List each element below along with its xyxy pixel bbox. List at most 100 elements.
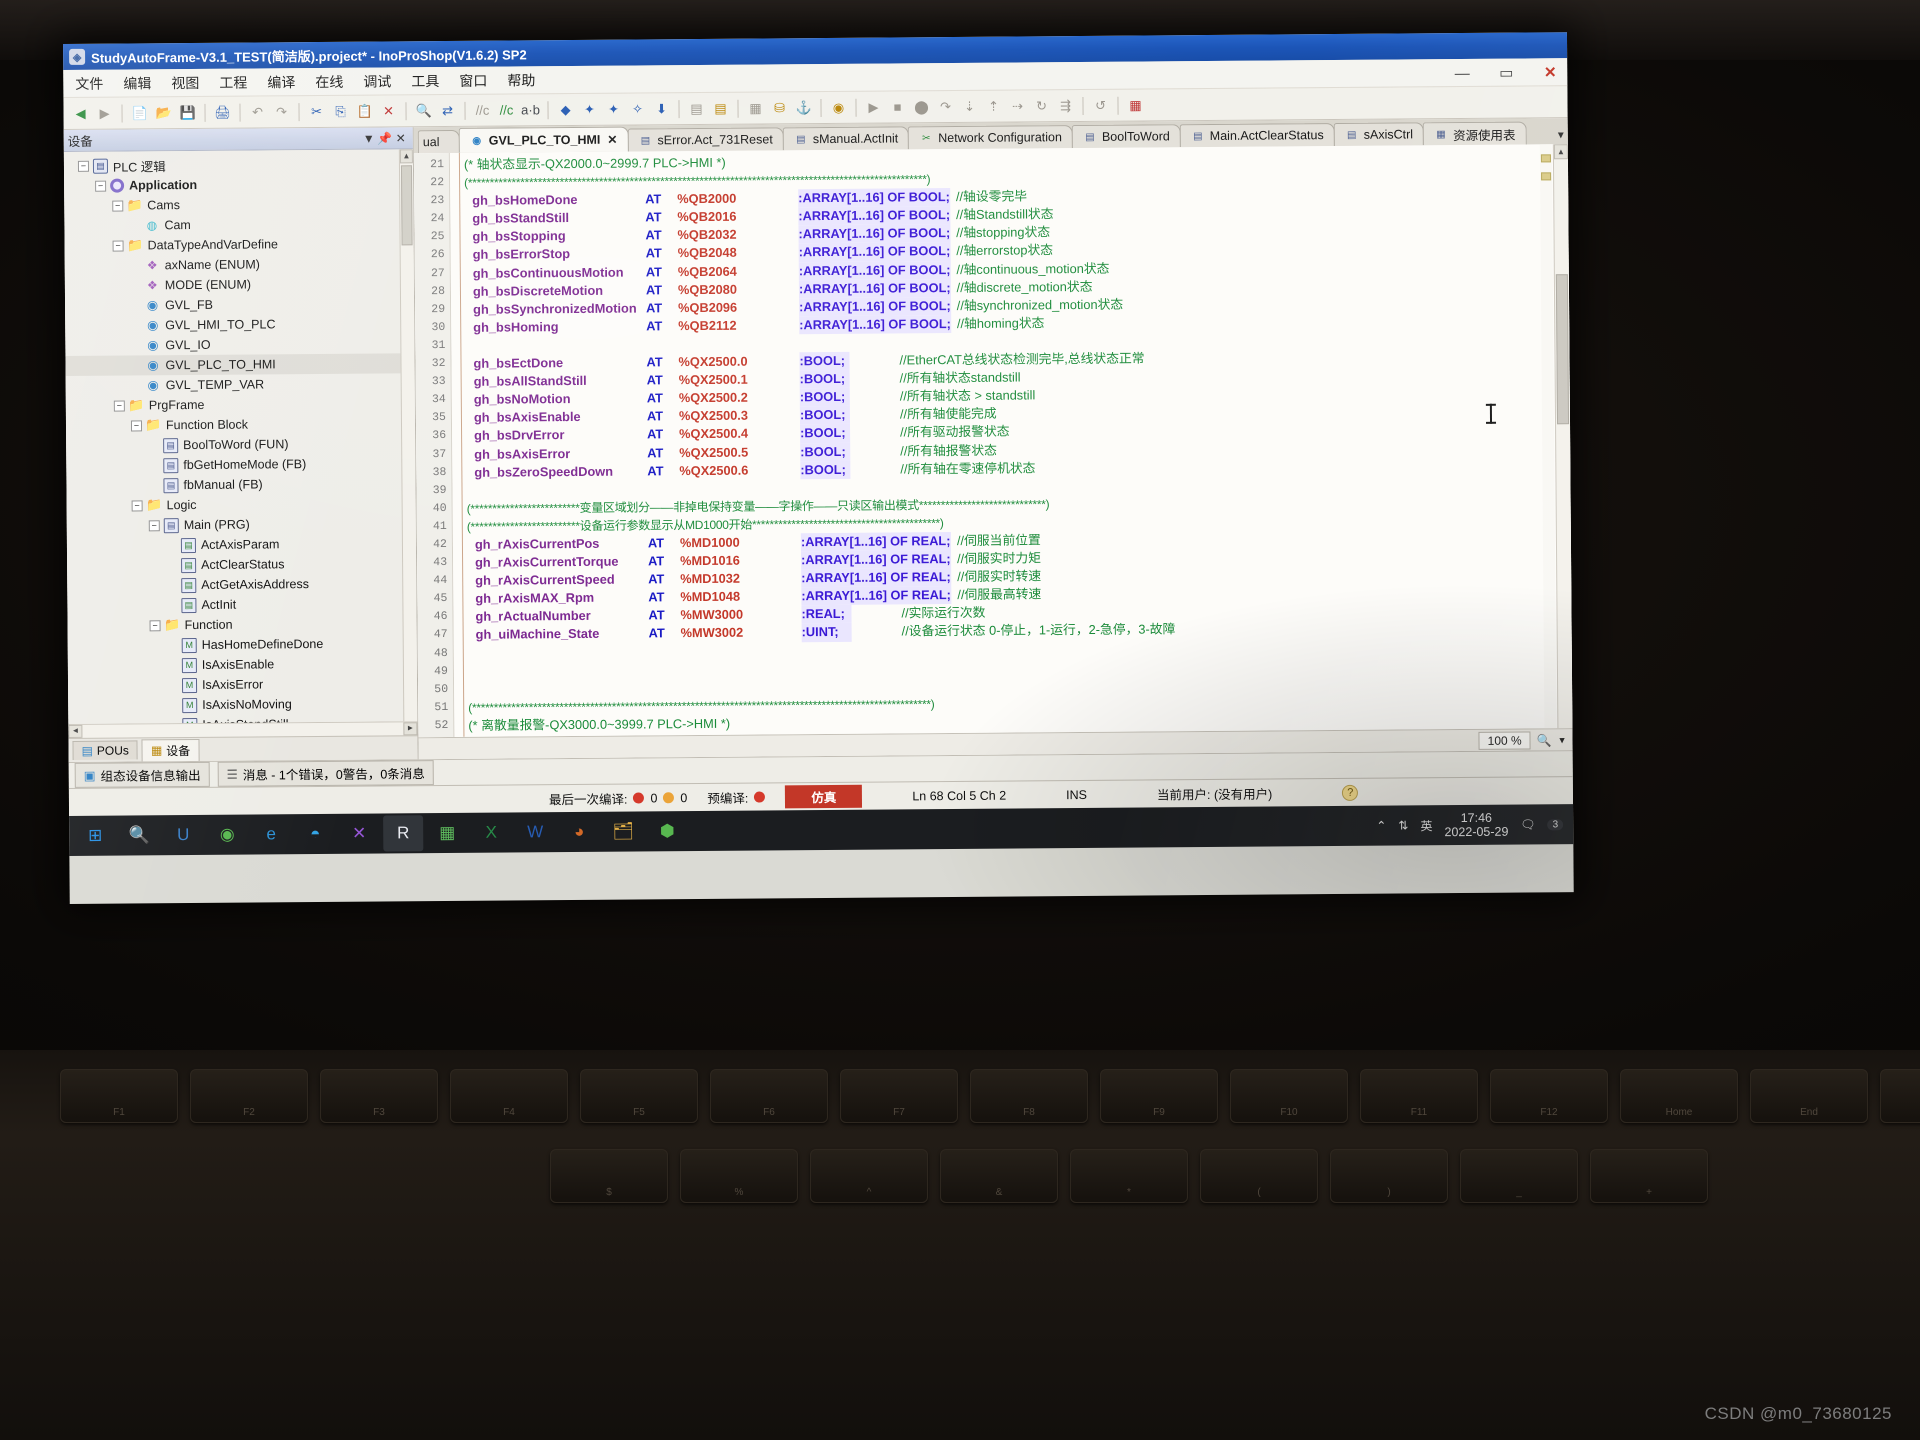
config-output-button[interactable]: ▣ 组态设备信息输出 (74, 761, 210, 788)
tab-devices[interactable]: ▦ 设备 (141, 738, 200, 761)
tree-expander-icon[interactable]: − (112, 240, 124, 252)
scroll-right-icon[interactable]: ► (403, 722, 418, 736)
tab-overflow-chevron-icon[interactable]: ▼ (1556, 130, 1566, 141)
open-folder-icon[interactable]: 📂 (152, 102, 174, 124)
app-icon-edge[interactable]: ◓ (295, 816, 335, 852)
run-icon[interactable]: ▶ (862, 96, 884, 118)
code-text[interactable]: (* 轴状态显示-QX2000.0~2999.7 PLC->HMI *) (***… (460, 144, 1573, 737)
zoom-level[interactable]: 100 % (1478, 730, 1531, 750)
tree-item-actgetaxisaddress[interactable]: ▤ ActGetAxisAddress (67, 573, 416, 596)
forward-icon[interactable]: ▶ (93, 102, 115, 124)
overview-mark[interactable] (1540, 154, 1551, 163)
tree-item-hashomedefinedone[interactable]: M HasHomeDefineDone (68, 633, 417, 656)
download-icon[interactable]: ⬇ (650, 98, 672, 120)
tree-expander-icon[interactable]: − (149, 619, 161, 631)
tree-item-function-block[interactable]: − 📁 Function Block (66, 413, 415, 436)
cycle-icon[interactable]: ↻ (1030, 95, 1052, 117)
chevron-down-icon[interactable]: ▼ (361, 131, 377, 145)
save-icon[interactable]: 💾 (176, 101, 198, 123)
rename-icon[interactable]: a·b (519, 99, 541, 121)
tree-expander-icon[interactable]: − (77, 160, 90, 172)
tree-expander-icon[interactable]: − (131, 499, 143, 511)
undo-icon[interactable]: ↶ (246, 101, 268, 123)
tab-close-icon[interactable]: ✕ (607, 133, 617, 147)
tree-item-actinit[interactable]: ▤ ActInit (67, 593, 416, 616)
tree-item-fbmanual-fb[interactable]: ▤ fbManual (FB) (66, 473, 415, 496)
app-icon-u[interactable]: U (163, 817, 203, 853)
comment-icon[interactable]: //c (471, 99, 493, 121)
login-icon[interactable]: ◆ (554, 98, 576, 120)
menu-item-window[interactable]: 窗口 (459, 70, 487, 90)
tree-item-application[interactable]: − Application (64, 173, 413, 196)
trace-icon[interactable]: ⛁ (768, 97, 790, 119)
uncomment-icon[interactable]: //c (495, 99, 517, 121)
build-icon[interactable]: ✦ (602, 98, 624, 120)
step-out-icon[interactable]: ⇡ (982, 95, 1004, 117)
watch-icon[interactable]: ▦ (744, 97, 766, 119)
next-icon[interactable]: ⇢ (1006, 95, 1028, 117)
tree-item-logic[interactable]: − 📁 Logic (67, 493, 416, 516)
tree-item-mode-enum[interactable]: ❖ MODE (ENUM) (65, 273, 414, 296)
pin-icon[interactable]: 📌 (377, 131, 393, 145)
app-icon-media[interactable]: ◕ (559, 814, 599, 850)
redo-icon[interactable]: ↷ (270, 101, 292, 123)
tree-item-gvl-hmi-to-plc[interactable]: ◉ GVL_HMI_TO_PLC (65, 313, 414, 336)
tree-item-booltoword-fun[interactable]: ▤ BoolToWord (FUN) (66, 433, 415, 456)
print-icon[interactable]: 🖨 (211, 101, 233, 123)
clock[interactable]: 17:46 2022-05-29 (1444, 811, 1508, 839)
find-icon[interactable]: 🔍 (412, 100, 434, 122)
breakpoint-icon[interactable]: ⬤ (910, 96, 932, 118)
scroll-up-icon[interactable]: ▲ (399, 149, 413, 164)
code-editor[interactable]: 21 22 23 24 25 26 27 28 29 30 31 32 33 34 35 36 37 38 39 40… (413, 144, 1573, 738)
tree-item-prgframe[interactable]: − 📁 PrgFrame (66, 393, 415, 416)
tree-item-fbgethomemode-fb[interactable]: ▤ fbGetHomeMode (FB) (66, 453, 415, 476)
editor-tab-资源使用表[interactable]: ▦ 资源使用表 (1422, 121, 1527, 146)
close-button[interactable]: ✕ (1537, 63, 1563, 81)
tree-item-gvl-io[interactable]: ◉ GVL_IO (65, 333, 414, 356)
editor-tab-gvl-plc-to-hmi[interactable]: ◉ GVL_PLC_TO_HMI ✕ (458, 126, 629, 153)
reset-icon[interactable]: ↺ (1089, 94, 1111, 116)
app-icon-calc[interactable]: ▦ (427, 815, 467, 851)
tree-item-cam[interactable]: ◍ Cam (64, 213, 413, 236)
tree-item-gvl-fb[interactable]: ◉ GVL_FB (65, 293, 414, 316)
app-icon-excel[interactable]: X (471, 815, 511, 851)
app-icon-explorer[interactable]: 🗂 (603, 813, 643, 849)
menu-item-build[interactable]: 编译 (267, 72, 295, 92)
cut-icon[interactable]: ✂ (305, 100, 327, 122)
tree-item-isaxisenable[interactable]: M IsAxisEnable (68, 653, 417, 676)
tree-item-gvl-temp-var[interactable]: ◉ GVL_TEMP_VAR (66, 373, 415, 396)
step-into-icon[interactable]: ⇣ (958, 95, 980, 117)
delete-icon[interactable]: ✕ (377, 100, 399, 122)
tree-expander-icon[interactable]: − (113, 400, 125, 412)
tree-expander-icon[interactable]: − (95, 180, 107, 192)
tree-item-datatypeandvardefine[interactable]: − 📁 DataTypeAndVarDefine (65, 233, 414, 256)
replace-icon[interactable]: ⇄ (436, 99, 458, 121)
app-icon-chrome[interactable]: ◉ (207, 817, 247, 853)
back-icon[interactable]: ◀ (69, 102, 91, 124)
tree-item-plc[interactable]: − ▤ PLC 逻辑 (64, 153, 413, 176)
editor-tab-booltoword[interactable]: ▤ BoolToWord (1071, 124, 1181, 149)
tree-item-function[interactable]: − 📁 Function (67, 613, 416, 636)
editor-tab-main-actclearstatus[interactable]: ▤ Main.ActClearStatus (1179, 123, 1335, 148)
network-tray-icon[interactable]: ⇅ (1398, 818, 1408, 832)
tree-expander-icon[interactable]: − (112, 200, 124, 212)
sim-icon[interactable]: ◉ (827, 96, 849, 118)
tree-item-actaxisparam[interactable]: ▤ ActAxisParam (67, 533, 416, 556)
menu-item-project[interactable]: 工程 (219, 72, 247, 92)
menu-item-debug[interactable]: 调试 (363, 71, 391, 91)
paste-icon[interactable]: 📋 (353, 100, 375, 122)
app-icon-vs[interactable]: ✕ (339, 816, 379, 852)
scroll-up-icon[interactable]: ▲ (1553, 144, 1568, 160)
tree-item-main-prg[interactable]: − ▤ Main (PRG) (67, 513, 416, 536)
new-file-icon[interactable]: 📄 (128, 102, 150, 124)
chevron-down-icon[interactable]: ▼ (1558, 735, 1567, 745)
ime-indicator[interactable]: 英 (1420, 817, 1432, 834)
stop-icon[interactable]: ■ (886, 96, 908, 118)
tree-expander-icon[interactable]: − (148, 519, 160, 531)
editor-tab-serror-act-731reset[interactable]: ▤ sError.Act_731Reset (627, 127, 784, 152)
help-icon[interactable]: ? (1342, 784, 1359, 801)
minimize-button[interactable]: — (1449, 64, 1475, 81)
recipe-icon[interactable]: ⚓ (792, 97, 814, 119)
overview-mark[interactable] (1541, 172, 1552, 181)
menu-item-view[interactable]: 视图 (171, 72, 199, 92)
